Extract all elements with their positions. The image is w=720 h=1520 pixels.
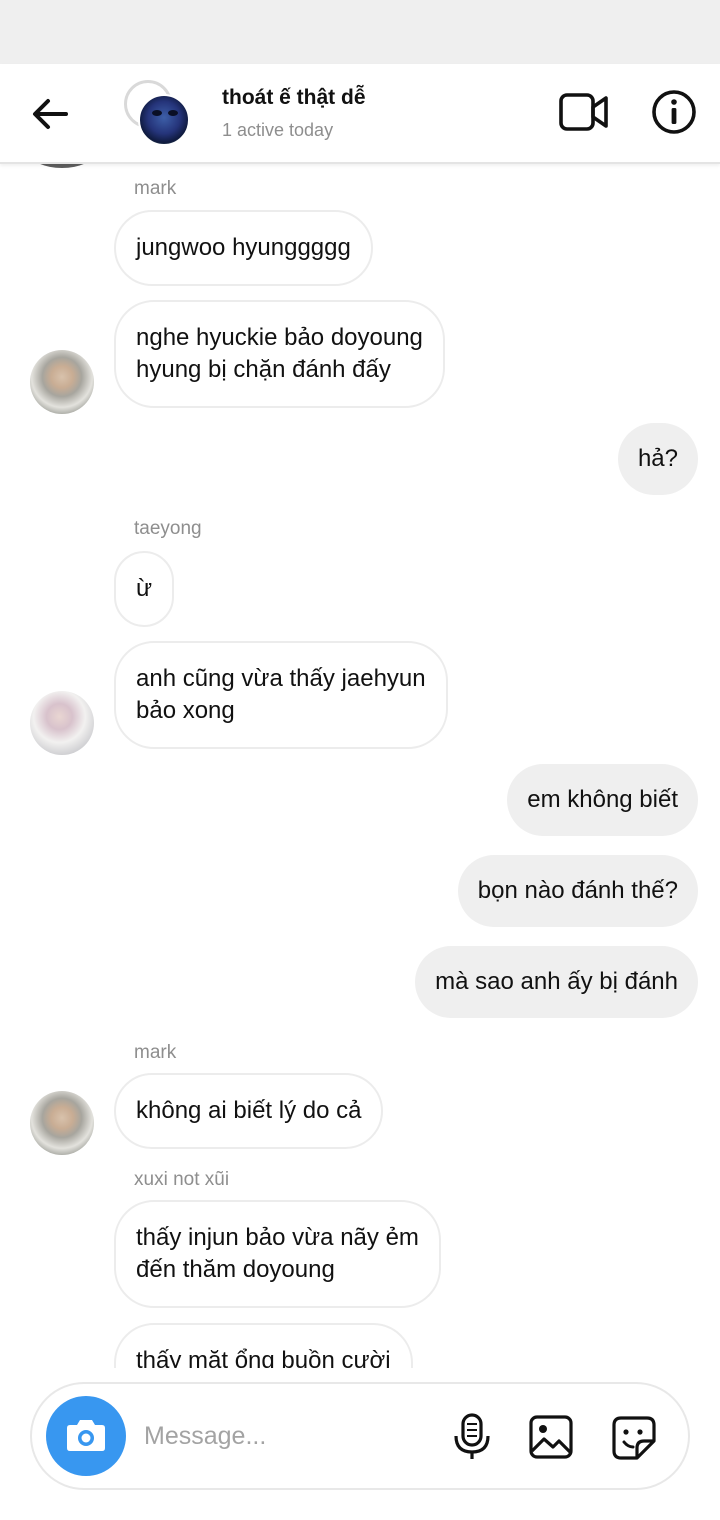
group-avatar-front — [138, 94, 190, 146]
message-text-line: hyung bị chặn đánh đấy — [136, 356, 391, 383]
avatar — [30, 164, 94, 168]
message-text-line: thấy injun bảo vừa nãy ẻm — [136, 1224, 419, 1251]
message-text: ừ — [136, 575, 153, 602]
microphone-icon[interactable] — [450, 1412, 494, 1462]
message-text-line: nghe hyuckie bảo doyoung — [136, 324, 423, 351]
message-bubble-outgoing[interactable]: bọn nào đánh thế? — [457, 855, 698, 927]
message-bubble-outgoing[interactable]: em không biết — [507, 764, 698, 836]
avatar-mark[interactable] — [30, 1091, 94, 1155]
message-text: jungwoo hyunggggg — [136, 234, 351, 261]
message-text: mà sao anh ấy bị đánh — [435, 968, 678, 995]
message-list[interactable]: mark jungwoo hyunggggg nghe hyuckie bảo … — [0, 164, 720, 1368]
sticker-icon[interactable] — [610, 1414, 658, 1462]
message-bubble[interactable]: nghe hyuckie bảo doyoung hyung bị chặn đ… — [114, 300, 445, 408]
message-text: hả? — [637, 445, 678, 472]
video-call-icon[interactable] — [556, 90, 612, 134]
info-icon[interactable] — [650, 88, 698, 136]
message-text: em không biết — [527, 786, 678, 813]
back-arrow-icon[interactable] — [28, 92, 72, 136]
sender-name: taeyong — [134, 518, 202, 539]
message-bubble[interactable]: jungwoo hyunggggg — [114, 210, 373, 286]
avatar-taeyong[interactable] — [30, 691, 94, 755]
sender-name: xuxi not xũi — [134, 1169, 230, 1190]
camera-icon[interactable] — [46, 1396, 126, 1476]
message-text-line: đến thăm doyoung — [136, 1256, 335, 1283]
message-bubble[interactable]: ừ — [114, 551, 175, 627]
message-text-line: thấy mặt ổng buồn cười — [136, 1347, 391, 1368]
message-text-line: bảo xong — [136, 697, 235, 724]
message-text: không ai biết lý do cả — [136, 1097, 362, 1124]
message-bubble[interactable]: anh cũng vừa thấy jaehyun bảo xong — [114, 641, 448, 749]
status-bar — [0, 0, 720, 64]
message-text-line: anh cũng vừa thấy jaehyun — [136, 665, 426, 692]
active-status: 1 active today — [222, 120, 334, 140]
message-bubble-outgoing[interactable]: hả? — [617, 423, 698, 495]
sender-name: mark — [134, 1042, 177, 1063]
message-composer — [30, 1382, 690, 1490]
message-bubble-outgoing[interactable]: mà sao anh ấy bị đánh — [415, 946, 698, 1018]
message-input[interactable] — [144, 1414, 434, 1458]
gallery-icon[interactable] — [528, 1414, 574, 1460]
sender-name: mark — [134, 178, 177, 199]
avatar-mark[interactable] — [30, 350, 94, 414]
message-bubble[interactable]: thấy mặt ổng buồn cười — [114, 1323, 413, 1368]
message-bubble[interactable]: không ai biết lý do cả — [114, 1073, 384, 1149]
message-bubble[interactable]: thấy injun bảo vừa nãy ẻm đến thăm doyou… — [114, 1200, 441, 1308]
chat-header: thoát ế thật dễ 1 active today — [0, 64, 720, 164]
message-text: bọn nào đánh thế? — [477, 877, 678, 904]
group-avatar[interactable] — [124, 80, 194, 146]
chat-title[interactable]: thoát ế thật dễ — [222, 86, 366, 110]
